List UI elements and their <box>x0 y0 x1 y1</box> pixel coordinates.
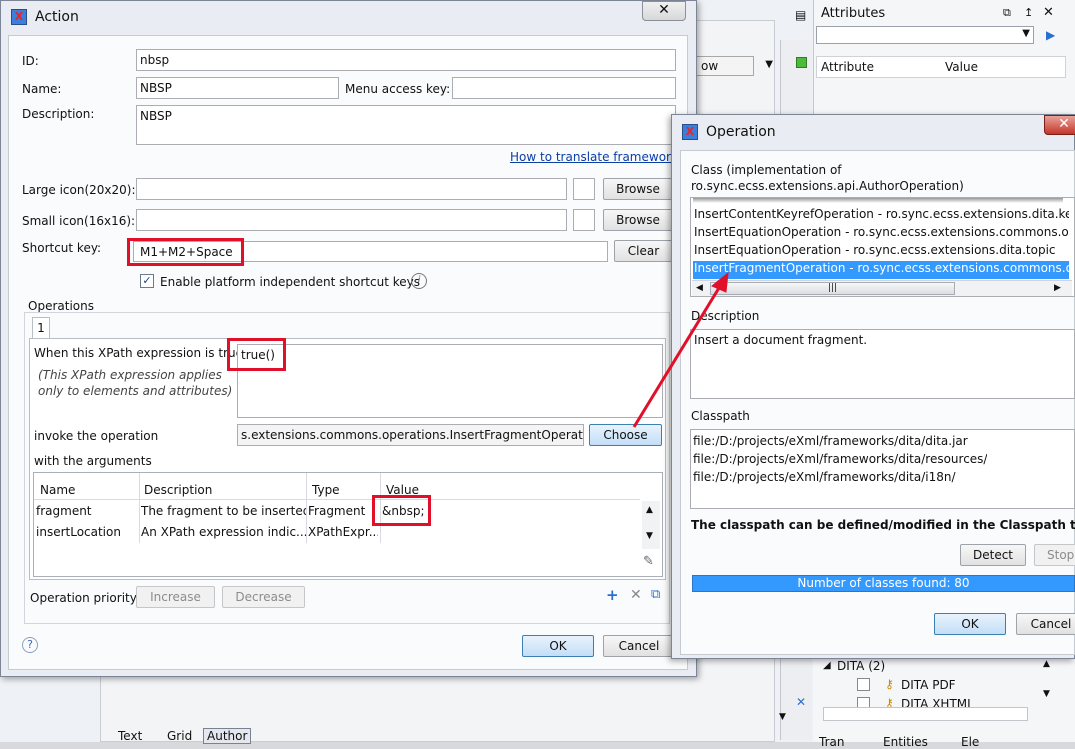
annotation-arrow <box>632 271 729 428</box>
